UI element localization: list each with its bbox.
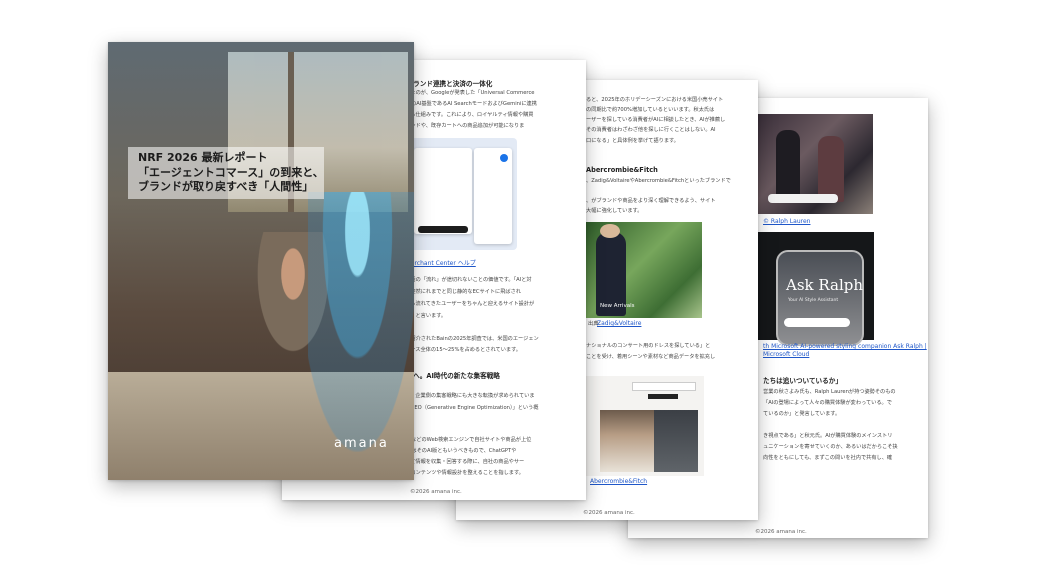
body-text: その消費者はわざわざ他を探しに行くことはしない。AI xyxy=(586,127,716,133)
body-text: ているのか」と発言しています。 xyxy=(763,411,841,417)
body-text: ogleなどのWeb検索エンジンで自社サイトや商品が上位 xyxy=(400,437,532,443)
zadig-voltaire-photo: New Arrivals xyxy=(586,222,702,318)
body-text: ると、2025年のホリデーシーズンにおける米国小売サイト xyxy=(586,97,724,103)
cover-title-line: NRF 2026 最新レポート xyxy=(138,151,268,164)
body-text: の同期比で約700%増加しているといいます。秋太氏は xyxy=(586,107,715,113)
body-text: ことを受け、着用シーンや素材など商品データを拡充し xyxy=(586,354,716,360)
merchant-center-screenshot xyxy=(402,138,517,250)
caption-link[interactable]: th Microsoft AI-powered styling companio… xyxy=(763,343,927,350)
photo-badge: New Arrivals xyxy=(600,303,635,309)
body-text: 営業の秋さよみ氏も、Ralph Laurenが持つ姿勢そのもの xyxy=(763,389,896,395)
section-heading: Abercrombie&Fitch xyxy=(586,166,658,174)
body-text: が「GEO（Generative Engine Optimization）」とい… xyxy=(400,405,539,411)
phone-title: Ask Ralph xyxy=(786,276,864,294)
caption-link[interactable]: © Ralph Lauren xyxy=(763,218,810,225)
body-text: 、Zadig&VoltaireやAbercrombie&Fitchといったブラン… xyxy=(586,178,731,184)
body-text: 口になる」と具体例を挙げて語ります。 xyxy=(586,138,679,144)
hologram-figure xyxy=(308,192,414,452)
caption-link[interactable]: Abercrombie&Fitch xyxy=(590,478,647,485)
ask-ralph-phone-image: Ask Ralph Your AI Style Assistant xyxy=(758,232,874,346)
cover-title-line: ブランドが取り戻すべき「人間性」 xyxy=(138,180,314,193)
body-text: き視点である」と秋元氏。AIが購買体験のメインストリ xyxy=(763,433,893,439)
report-cover: NRF 2026 最新レポート 「エージェントコマース」の到来と、 ブランドが取… xyxy=(108,42,414,480)
body-text: 化したのが、Googleが発表した「Universal Commerce xyxy=(400,90,535,96)
amana-logo: amana xyxy=(334,436,389,451)
caption-link[interactable]: Zadig&Voltaire xyxy=(597,320,641,327)
cover-title: NRF 2026 最新レポート 「エージェントコマース」の到来と、 ブランドが取… xyxy=(138,151,324,195)
body-text: GEOはそのAI版ともいうべきもので、ChatGPTや xyxy=(400,448,517,454)
body-text: コメンドや、既存カートへの商品追加が可能になりま xyxy=(400,123,525,129)
body-text: の対話の「流れ」が途切れないことの価値です。「AIと対 xyxy=(400,277,532,283)
body-text: コマース全体の15〜25%を占めるとされています。 xyxy=(400,347,521,353)
phone-subtitle: Your AI Style Assistant xyxy=(788,298,839,303)
page-footer: ©2026 amana inc. xyxy=(755,529,807,535)
section-heading: 化）へ。AI時代の新たな集客戦略 xyxy=(400,372,500,380)
body-text: ogleのAI基盤であるAI SearchモードおよびGeminiに連携 xyxy=(400,101,537,107)
body-text: ーザーを探している消費者がAIに相談したとき、AIが推薦し xyxy=(586,117,726,123)
cover-title-line: 「エージェントコマース」の到来と、 xyxy=(138,165,324,179)
body-text: できる仕組みです。これにより、ロイヤルティ情報や購買 xyxy=(400,112,534,118)
caption-link[interactable]: Microsoft Cloud xyxy=(763,351,809,358)
ralph-lauren-photo xyxy=(758,114,873,214)
body-text: ナショナルのコンサート用のドレスを探している」と xyxy=(586,343,711,349)
body-text: ー、突然にれまでと同じ静的なECサイトに飛ばされ xyxy=(400,289,521,295)
body-text: トのコンテンツや情報設計を整えることを指します。 xyxy=(400,470,524,476)
page-footer: ©2026 amana inc. xyxy=(583,510,635,516)
body-text: 「AIの登場によって人々の購買体験が変わっている。で xyxy=(763,400,892,406)
section-heading: たちは追いついているか」 xyxy=(763,377,842,385)
body-text: 内で紹介されたBainの2025年調査では、米国のエージェン xyxy=(400,336,539,342)
body-text: 向性をともにしても、まずこの問いを社内で共有し、確 xyxy=(763,455,893,461)
body-text: AIから流れてきたユーザーをちゃんと迎えるサイト設計が xyxy=(400,301,535,307)
body-text: ュニケーションを寄せていくのか、あるいはだからこそ抉 xyxy=(763,444,898,450)
body-text: 、がブランドや商品をより深く理解できるよう、サイト xyxy=(586,198,716,204)
body-text: 大幅に強化しています。 xyxy=(586,208,643,214)
page-footer: ©2026 amana inc. xyxy=(410,489,462,495)
body-text: 対して情報を収集・回答する際に、自社の商品やサー xyxy=(400,459,525,465)
body-text: 中で、企業側の集客戦略にも大きな転換が求められていま xyxy=(400,393,535,399)
abercrombie-site-screenshot xyxy=(586,376,704,476)
